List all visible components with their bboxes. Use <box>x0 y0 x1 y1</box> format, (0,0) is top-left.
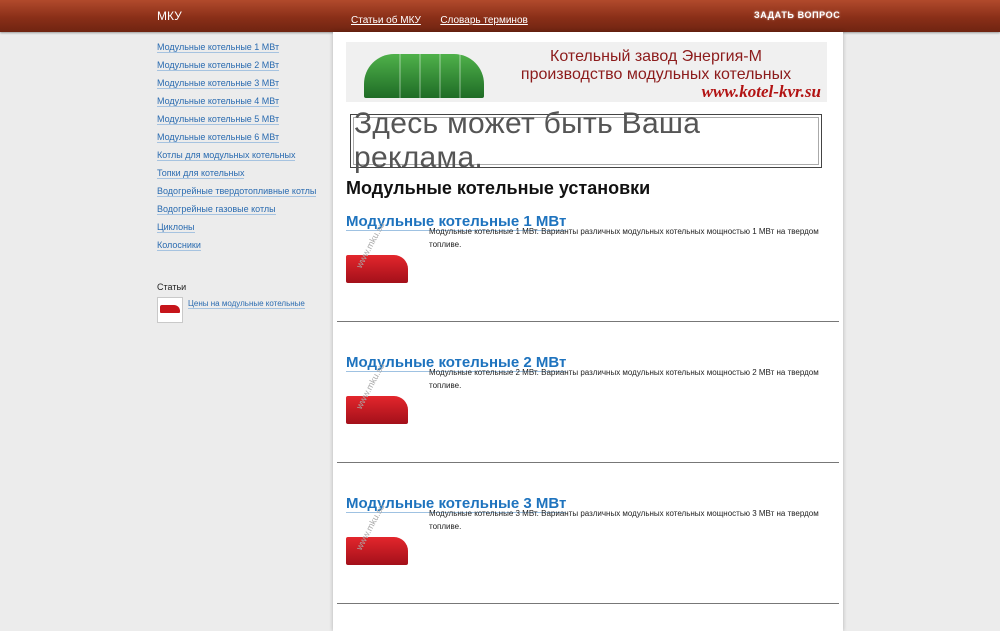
sidebar-link[interactable]: Модульные котельные 1 МВт <box>157 40 327 58</box>
item-description: Модульные котельные 2 МВт. Варианты разл… <box>429 368 819 390</box>
sidebar-link-label: Модульные котельные 5 МВт <box>157 114 280 125</box>
sidebar-link[interactable]: Модульные котельные 6 МВт <box>157 130 327 148</box>
list-item: Модульные котельные 2 МВт www.mku.su Мод… <box>337 354 839 479</box>
banner-url: www.kotel-kvr.su <box>701 82 821 101</box>
divider <box>337 321 839 322</box>
sidebar-link[interactable]: Модульные котельные 2 МВт <box>157 58 327 76</box>
sidebar-link[interactable]: Циклоны <box>157 220 327 238</box>
sidebar-link-label: Модульные котельные 3 МВт <box>157 78 280 89</box>
sidebar-link-label: Модульные котельные 6 МВт <box>157 132 280 143</box>
ad-placeholder-text: Здесь может быть Ваша реклама. <box>353 107 819 174</box>
sidebar: Модульные котельные 1 МВт Модульные коте… <box>157 40 327 327</box>
sidebar-link[interactable]: Водогрейные газовые котлы <box>157 202 327 220</box>
factory-banner[interactable]: Котельный завод Энергия-М производство м… <box>346 42 827 102</box>
sidebar-link-label: Котлы для модульных котельных <box>157 150 296 161</box>
list-item: Модульные котельные 1 МВт www.mku.su Мод… <box>337 213 839 338</box>
ad-placeholder-banner[interactable]: Здесь может быть Ваша реклама. <box>350 107 822 174</box>
divider <box>337 462 839 463</box>
article-thumbnail[interactable] <box>157 297 183 323</box>
sidebar-link-label: Водогрейные твердотопливные котлы <box>157 186 317 197</box>
sidebar-link-label: Модульные котельные 4 МВт <box>157 96 280 107</box>
ask-question-button[interactable]: ЗАДАТЬ ВОПРОС <box>754 10 840 20</box>
page-title: Модульные котельные установки <box>346 178 651 198</box>
boiler-image <box>160 305 180 313</box>
sidebar-link[interactable]: Модульные котельные 4 МВт <box>157 94 327 112</box>
sidebar-link[interactable]: Модульные котельные 3 МВт <box>157 76 327 94</box>
item-thumbnail[interactable]: www.mku.su <box>346 361 411 440</box>
article-link[interactable]: Цены на модульные котельные <box>188 299 305 309</box>
sidebar-link-label: Циклоны <box>157 222 195 233</box>
boiler-image <box>346 537 408 565</box>
green-boiler-house-image <box>364 54 484 98</box>
item-description: Модульные котельные 3 МВт. Варианты разл… <box>429 509 819 531</box>
sidebar-link-label: Модульные котельные 2 МВт <box>157 60 280 71</box>
main-content: Котельный завод Энергия-М производство м… <box>333 32 843 631</box>
item-description: Модульные котельные 1 МВт. Варианты разл… <box>429 227 819 249</box>
sidebar-link-label: Колосники <box>157 240 201 251</box>
sidebar-link-label: Модульные котельные 1 МВт <box>157 42 280 53</box>
top-nav: Статьи об МКУ Словарь терминов <box>351 10 543 28</box>
banner-line-1: Котельный завод Энергия-М <box>550 48 762 65</box>
nav-glossary-link[interactable]: Словарь терминов <box>440 15 528 26</box>
sidebar-link[interactable]: Модульные котельные 5 МВт <box>157 112 327 130</box>
site-brand[interactable]: МКУ <box>157 9 182 23</box>
boiler-image <box>346 396 408 424</box>
sidebar-link-label: Водогрейные газовые котлы <box>157 204 276 215</box>
sidebar-link[interactable]: Водогрейные твердотопливные котлы <box>157 184 327 202</box>
nav-articles-link[interactable]: Статьи об МКУ <box>351 15 421 26</box>
top-bar: МКУ Статьи об МКУ Словарь терминов ЗАДАТ… <box>0 0 1000 32</box>
sidebar-link[interactable]: Топки для котельных <box>157 166 327 184</box>
item-thumbnail[interactable]: www.mku.su <box>346 502 411 581</box>
boiler-image <box>346 255 408 283</box>
sidebar-link[interactable]: Котлы для модульных котельных <box>157 148 327 166</box>
sidebar-link-label: Топки для котельных <box>157 168 245 179</box>
list-item: Модульные котельные 3 МВт www.mku.su Мод… <box>337 495 839 620</box>
articles-heading: Статьи <box>157 282 187 292</box>
divider <box>337 603 839 604</box>
item-thumbnail[interactable]: www.mku.su <box>346 220 411 299</box>
sidebar-link[interactable]: Колосники <box>157 238 327 256</box>
article-entry: Цены на модульные котельные <box>157 297 327 327</box>
